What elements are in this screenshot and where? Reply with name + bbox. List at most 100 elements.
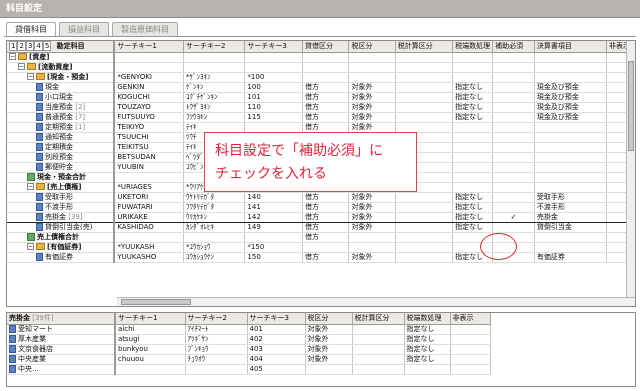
subaccount-required-checkbox[interactable] — [492, 92, 535, 103]
table-row[interactable]: 普通預金 [7] FUTSUUYO ﾌﾂｳﾖｷﾝ 115 借方 対象外 指定なし 現金及び預金 — [7, 112, 635, 123]
subaccount-required-checkbox[interactable] — [492, 132, 535, 143]
expand-collapse-icon[interactable]: − — [27, 183, 34, 190]
subaccount-hide-cell[interactable] — [450, 364, 491, 375]
sub-tax-class-header[interactable]: 税区分 — [305, 313, 353, 325]
sub-search-key2-header[interactable]: サーチキー2 — [185, 313, 248, 325]
table-row[interactable]: 定期預金 [1] TEIKIYO ﾃｲｷ 借方 対象外 — [7, 122, 635, 133]
grid-horizontal-scrollbar[interactable] — [117, 297, 635, 306]
financial-item-header[interactable]: 決算書項目 — [534, 41, 607, 53]
subaccount-row[interactable]: 愛知マート aichi ｱｲﾁﾏｰﾄ 401 対象外 指定なし — [7, 324, 491, 335]
search-key2-header[interactable]: サーチキー2 — [183, 41, 246, 53]
subaccount-required-checkbox[interactable] — [492, 162, 535, 173]
account-cell[interactable]: 不渡手形 — [7, 202, 116, 213]
table-row[interactable]: 現金 GENKIN ｹﾞﾝｷﾝ 100 借方 対象外 指定なし 現金及び預金 — [7, 82, 635, 93]
subaccount-required-checkbox[interactable] — [492, 52, 535, 63]
table-row[interactable]: 受取手形 UKETORI ｳｹﾄﾘﾃｶﾞﾀ 140 借方 対象外 指定なし 受取手形 — [7, 192, 635, 203]
account-cell[interactable]: 受取手形 — [7, 192, 116, 203]
subaccount-hide-cell[interactable] — [450, 354, 491, 365]
debit-credit-header[interactable]: 貸借区分 — [302, 41, 350, 53]
subaccount-name-cell[interactable]: 中央… — [7, 364, 116, 375]
table-row[interactable]: 当座預金 [2] TOUZAYO ﾄｳｻﾞﾖｷﾝ 110 借方 対象外 指定なし 現金及び預金 — [7, 102, 635, 113]
tax-class-header[interactable]: 税区分 — [348, 41, 396, 53]
subaccount-required-header[interactable]: 補助必須 — [492, 41, 535, 53]
account-cell[interactable]: − [資産] — [7, 52, 116, 63]
subaccount-name-cell[interactable]: 中央産業 — [7, 354, 116, 365]
subaccount-row[interactable]: 中央… 405 — [7, 364, 491, 375]
horizontal-scroll-thumb[interactable] — [121, 299, 191, 305]
subaccount-name-cell[interactable]: 愛知マート — [7, 324, 116, 335]
level-2-button[interactable]: 2 — [17, 41, 26, 51]
account-cell[interactable]: 貸倒引当金(売) — [7, 222, 116, 233]
account-cell[interactable]: 売上債権合計 — [7, 232, 116, 243]
sub-tax-rounding-header[interactable]: 税端数処理 — [404, 313, 451, 325]
subaccount-required-checkbox[interactable] — [492, 142, 535, 153]
vertical-scroll-thumb[interactable] — [628, 61, 634, 151]
sub-search-key3-header[interactable]: サーチキー3 — [247, 313, 306, 325]
subaccount-required-checkbox[interactable] — [492, 172, 535, 183]
account-column-header[interactable]: 勘定科目 — [57, 42, 85, 50]
grid-vertical-scrollbar[interactable] — [626, 41, 635, 297]
sub-search-key1-header[interactable]: サーチキー1 — [115, 313, 186, 325]
account-cell[interactable]: 売掛金 [39] — [7, 211, 116, 223]
subaccount-required-checkbox[interactable] — [492, 72, 535, 83]
table-row[interactable]: − [現金・預金] *GENYOKI *ｹﾞﾝﾖｷﾝ *100 — [7, 72, 635, 83]
expand-collapse-icon[interactable]: − — [18, 63, 25, 70]
table-row[interactable]: 売掛金 [39] URIKAKE ｳﾘｶｹｷﾝ 142 借方 対象外 指定なし ✓ 売掛金 — [7, 211, 635, 223]
subaccount-required-checkbox[interactable] — [492, 62, 535, 73]
account-cell[interactable]: 定期積金 — [7, 142, 116, 153]
account-cell[interactable]: − [売上債権] — [7, 182, 116, 193]
level-5-button[interactable]: 5 — [42, 41, 52, 51]
table-row[interactable]: 有価証券 YUUKASHO ﾕｳｶｼｮｳｹﾝ 150 借方 対象外 指定なし 有価証券 — [7, 252, 635, 263]
account-cell[interactable]: 現金・預金合計 — [7, 172, 116, 183]
search-key3-header[interactable]: サーチキー3 — [244, 41, 303, 53]
tab-profit-loss-accounts[interactable]: 損益科目 — [59, 22, 109, 36]
subaccount-required-checkbox[interactable] — [492, 112, 535, 123]
subaccount-required-checkbox[interactable] — [492, 222, 535, 233]
account-cell[interactable]: 定期預金 [1] — [7, 122, 116, 133]
account-cell[interactable]: 通知預金 — [7, 132, 116, 143]
tax-rounding-header[interactable]: 税端数処理 — [452, 41, 494, 53]
table-row[interactable]: − [資産] — [7, 52, 635, 63]
subaccount-name-cell[interactable]: 厚木産業 — [7, 334, 116, 345]
tab-manufacturing-cost-accounts[interactable]: 製造原価科目 — [112, 22, 178, 36]
subaccount-hide-cell[interactable] — [450, 334, 491, 345]
table-row[interactable]: − [有価証券] *YUUKASH *ﾕｳｶｼｮｳ *150 — [7, 242, 635, 253]
subaccount-hide-cell[interactable] — [450, 344, 491, 355]
subaccount-row[interactable]: 厚木産業 atsugi ｱﾂｷﾞｻﾝ 402 対象外 指定なし — [7, 334, 491, 345]
level-4-button[interactable]: 4 — [34, 41, 43, 51]
subaccount-required-checkbox[interactable] — [492, 122, 535, 133]
tab-balance-accounts[interactable]: 貸借科目 — [6, 22, 56, 37]
account-cell[interactable]: 現金 — [7, 82, 116, 93]
subaccount-required-checkbox[interactable] — [492, 192, 535, 203]
expand-collapse-icon[interactable]: − — [27, 73, 34, 80]
subaccount-required-checkbox[interactable] — [492, 182, 535, 193]
search-key1-header[interactable]: サーチキー1 — [114, 41, 185, 53]
account-cell[interactable]: 当座預金 [2] — [7, 102, 116, 113]
account-cell[interactable]: 有価証券 — [7, 252, 116, 263]
table-row[interactable]: 小口現金 KOGUCHI ｺｸﾞﾁｹﾞﾝｷﾝ 101 借方 対象外 指定なし 現金及び預金 — [7, 92, 635, 103]
subaccount-name-cell[interactable]: 文京食器店 — [7, 344, 116, 355]
subaccount-required-checkbox[interactable] — [492, 152, 535, 163]
subaccount-required-checkbox[interactable]: ✓ — [492, 211, 535, 223]
subaccount-required-checkbox[interactable] — [492, 82, 535, 93]
table-row[interactable]: − [流動資産] — [7, 62, 635, 73]
sub-hidden-header[interactable]: 非表示 — [450, 313, 491, 325]
table-row[interactable]: 不渡手形 FUWATARI ﾌﾜﾀﾘﾃｶﾞﾀ 141 借方 対象外 指定なし 不渡手形 — [7, 202, 635, 213]
account-cell[interactable]: 別段預金 — [7, 152, 116, 163]
account-cell[interactable]: 普通預金 [7] — [7, 112, 116, 123]
expand-collapse-icon[interactable]: − — [27, 243, 34, 250]
table-row[interactable]: 貸倒引当金(売) KASHIDAO ｶｼﾀﾞｵﾚﾋｷ 149 借方 対象外 指定なし 貸倒引当… — [7, 222, 635, 233]
account-cell[interactable]: − [有価証券] — [7, 242, 116, 253]
subaccount-required-checkbox[interactable] — [492, 202, 535, 213]
account-cell[interactable]: 郵便貯金 — [7, 162, 116, 173]
account-cell[interactable]: − [現金・預金] — [7, 72, 116, 83]
subaccount-row[interactable]: 中央産業 chuuou ﾁｭｳｵｳ 404 対象外 指定なし — [7, 354, 491, 365]
account-cell[interactable]: 小口現金 — [7, 92, 116, 103]
subaccount-hide-cell[interactable] — [450, 324, 491, 335]
expand-collapse-icon[interactable]: − — [9, 53, 16, 60]
account-cell[interactable]: − [流動資産] — [7, 62, 116, 73]
subaccount-row[interactable]: 文京食器店 bunkyou ﾌﾞﾝｷｮｳ 403 対象外 指定なし — [7, 344, 491, 355]
table-row[interactable]: 売上債権合計 借方 — [7, 232, 635, 243]
sub-tax-calc-header[interactable]: 税計算区分 — [352, 313, 405, 325]
subaccount-required-checkbox[interactable] — [492, 102, 535, 113]
